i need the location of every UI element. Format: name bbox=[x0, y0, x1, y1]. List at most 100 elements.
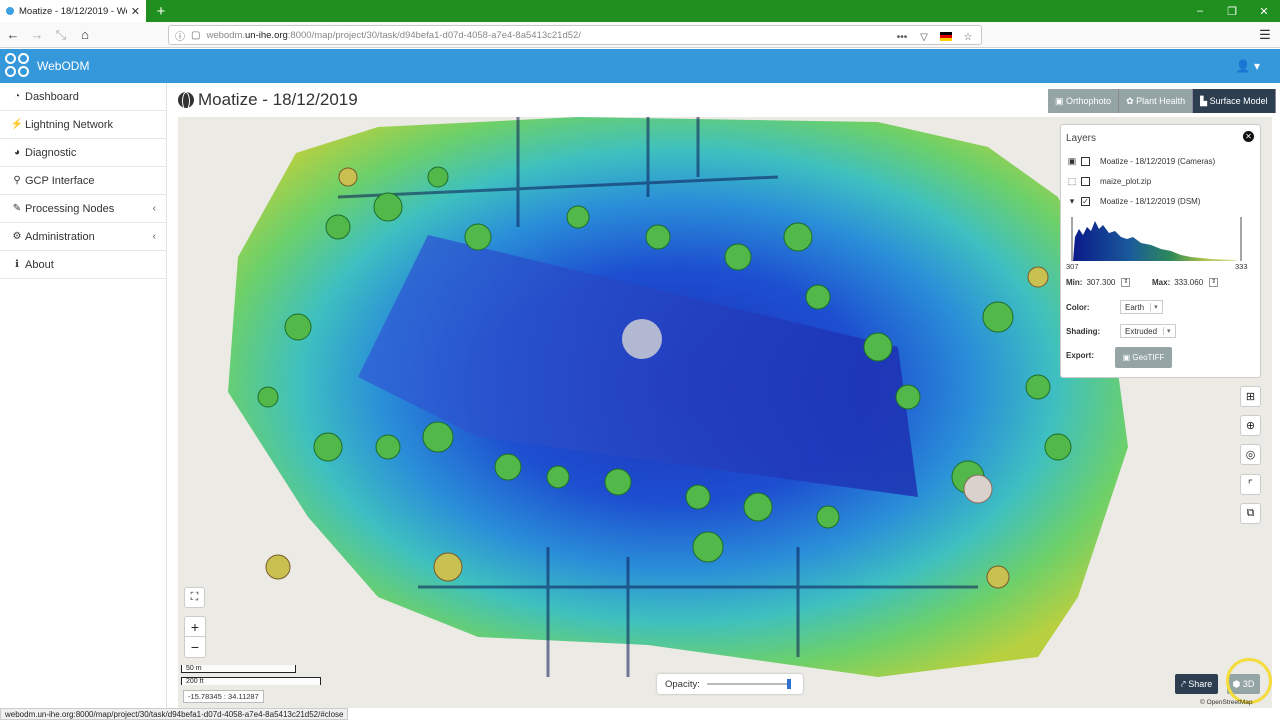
sidebar-item-administration[interactable]: ⚙ Administration ‹ bbox=[0, 223, 166, 251]
slider-thumb[interactable] bbox=[787, 679, 791, 689]
layer-row-maize-plot[interactable]: ⬚ maize_plot.zip bbox=[1067, 176, 1151, 187]
opacity-label: Opacity: bbox=[665, 678, 700, 690]
sidebar-item-diagnostic[interactable]: ◕ Diagnostic bbox=[0, 139, 166, 167]
url-domain: un-ihe.org bbox=[245, 29, 288, 41]
close-window-icon[interactable]: ✕ bbox=[1248, 0, 1280, 22]
sidebar-item-dashboard[interactable]: ◔ Dashboard bbox=[0, 83, 166, 111]
opacity-slider[interactable] bbox=[707, 679, 791, 689]
tab-surface-model[interactable]: ▙ Surface Model bbox=[1193, 89, 1276, 113]
user-menu-icon[interactable]: 👤 ▾ bbox=[1236, 59, 1260, 73]
stop-icon[interactable]: ⤡ bbox=[50, 24, 72, 46]
zoom-control: + − bbox=[184, 616, 206, 658]
eye-measure-icon[interactable]: ◎ bbox=[1240, 444, 1261, 465]
dashboard-icon: ◔ bbox=[13, 91, 21, 102]
restore-icon[interactable]: ❐ bbox=[1216, 0, 1248, 22]
back-icon[interactable]: ← bbox=[2, 24, 24, 46]
max-value-input[interactable]: 333.060 bbox=[1174, 278, 1203, 287]
min-label: Min: bbox=[1066, 278, 1083, 287]
browser-toolbar: ← → ⤡ ⌂ ⓘ ▢ webodm. un-ihe.org:8000/map/p… bbox=[0, 22, 1280, 64]
sidebar-item-lightning-network[interactable]: ⚡ Lightning Network bbox=[0, 111, 166, 139]
browser-tab[interactable]: Moatize - 18/12/2019 - WebOD ✕ bbox=[0, 0, 146, 22]
map-marker-icon: ⚲ bbox=[13, 175, 21, 186]
chevron-down-icon: ▾ bbox=[1150, 303, 1158, 311]
zoom-out-button[interactable]: − bbox=[185, 637, 205, 657]
shading-select-value: Extruded bbox=[1125, 326, 1158, 336]
brand-name[interactable]: WebODM bbox=[37, 59, 89, 73]
export-geotiff-button[interactable]: ▣ GeoTIFF bbox=[1115, 347, 1172, 368]
histogram-max-label: 333 bbox=[1235, 262, 1248, 271]
menu-icon[interactable]: ☰ bbox=[1254, 24, 1276, 46]
image-icon: ▣ bbox=[1055, 95, 1064, 106]
export-button-label: GeoTIFF bbox=[1132, 353, 1165, 362]
layer-checkbox[interactable]: ✓ bbox=[1081, 197, 1090, 206]
shading-select[interactable]: Extruded ▾ bbox=[1120, 324, 1176, 338]
bookmark-star-icon[interactable]: ☆ bbox=[961, 32, 975, 44]
minimize-icon[interactable]: – bbox=[1184, 0, 1216, 22]
caret-down-icon[interactable]: ▾ bbox=[1067, 196, 1077, 207]
browser-tab-bar: Moatize - 18/12/2019 - WebOD ✕ + – ❐ ✕ bbox=[0, 0, 1280, 22]
tab-orthophoto[interactable]: ▣ Orthophoto bbox=[1048, 89, 1120, 113]
compare-icon[interactable]: ⧉ bbox=[1240, 503, 1261, 524]
wrench-icon: ✎ bbox=[12, 203, 22, 214]
area-chart-icon: ▙ bbox=[1200, 95, 1208, 106]
chevron-down-icon: ▾ bbox=[1163, 327, 1171, 335]
status-bar-url: webodm.un-ihe.org:8000/map/project/30/ta… bbox=[0, 708, 349, 720]
sidebar-item-label: Lightning Network bbox=[25, 118, 114, 131]
layer-row-cameras[interactable]: ▣ Moatize - 18/12/2019 (Cameras) bbox=[1067, 156, 1215, 167]
chevron-left-icon: ‹ bbox=[152, 231, 156, 242]
forward-icon[interactable]: → bbox=[26, 24, 48, 46]
opacity-control: Opacity: bbox=[657, 674, 803, 694]
sidebar-item-processing-nodes[interactable]: ✎ Processing Nodes ‹ bbox=[0, 195, 166, 223]
color-field: Color: Earth ▾ bbox=[1066, 300, 1163, 314]
pocket-icon[interactable]: ▽ bbox=[917, 32, 931, 44]
layer-label: maize_plot.zip bbox=[1100, 177, 1152, 186]
share-button[interactable]: ⤤ Share bbox=[1175, 674, 1218, 694]
zoom-in-button[interactable]: + bbox=[185, 617, 205, 637]
pie-chart-icon: ◕ bbox=[13, 147, 21, 158]
tab-label: Orthophoto bbox=[1066, 96, 1112, 106]
new-tab-button[interactable]: + bbox=[150, 0, 172, 22]
crop-icon[interactable]: ⌜ bbox=[1240, 474, 1261, 495]
layers-toggle-icon[interactable]: ⊞ bbox=[1240, 386, 1261, 407]
language-flag-icon[interactable] bbox=[939, 32, 953, 44]
layers-header: Layers bbox=[1066, 133, 1097, 144]
stepper-icon[interactable]: ⇕ bbox=[1121, 278, 1131, 287]
tab-close-icon[interactable]: ✕ bbox=[131, 5, 140, 18]
info-icon[interactable]: ⓘ bbox=[175, 28, 185, 43]
export-label: Export: bbox=[1066, 351, 1094, 360]
image-icon: ▣ bbox=[1122, 353, 1131, 362]
sidebar-item-label: Diagnostic bbox=[25, 146, 77, 159]
stepper-icon[interactable]: ⇕ bbox=[1209, 278, 1219, 287]
min-value-input[interactable]: 307.300 bbox=[1086, 278, 1115, 287]
layer-checkbox[interactable] bbox=[1081, 177, 1090, 186]
tab-label: Surface Model bbox=[1209, 96, 1268, 106]
sidebar-item-label: GCP Interface bbox=[25, 174, 95, 187]
add-plus-icon[interactable]: ⊕ bbox=[1240, 415, 1261, 436]
lock-icon: ▢ bbox=[191, 29, 201, 41]
sidebar-item-about[interactable]: ℹ About bbox=[0, 251, 166, 279]
shading-label: Shading: bbox=[1066, 326, 1101, 336]
histogram-min-label: 307 bbox=[1066, 262, 1079, 271]
more-icon[interactable]: ••• bbox=[895, 32, 909, 44]
histogram[interactable] bbox=[1071, 217, 1243, 261]
chevron-left-icon: ‹ bbox=[152, 203, 156, 214]
camera-icon: ▣ bbox=[1067, 156, 1077, 166]
share-icon: ⤤ bbox=[1180, 678, 1186, 689]
layer-checkbox[interactable] bbox=[1081, 157, 1090, 166]
webodm-logo-icon[interactable] bbox=[5, 53, 31, 79]
color-select[interactable]: Earth ▾ bbox=[1120, 300, 1163, 314]
close-icon[interactable]: ✕ bbox=[1243, 131, 1254, 142]
scale-bar-imperial: 200 ft bbox=[181, 677, 321, 685]
sidebar-item-gcp-interface[interactable]: ⚲ GCP Interface bbox=[0, 167, 166, 195]
url-bar[interactable]: ⓘ ▢ webodm. un-ihe.org:8000/map/project/3… bbox=[168, 25, 982, 45]
favicon-icon bbox=[6, 7, 14, 15]
map-attribution[interactable]: © OpenStreetMap bbox=[1200, 699, 1252, 706]
tab-plant-health[interactable]: ✿ Plant Health bbox=[1119, 89, 1194, 113]
share-label: Share bbox=[1188, 679, 1213, 689]
scale-bar-metric: 50 m bbox=[181, 665, 296, 673]
home-icon[interactable]: ⌂ bbox=[74, 24, 96, 46]
fullscreen-icon[interactable]: ⛶ bbox=[184, 587, 205, 608]
layer-row-dsm[interactable]: ▾ ✓ Moatize - 18/12/2019 (DSM) bbox=[1067, 196, 1201, 207]
gears-icon: ⚙ bbox=[12, 231, 22, 242]
color-label: Color: bbox=[1066, 302, 1090, 312]
